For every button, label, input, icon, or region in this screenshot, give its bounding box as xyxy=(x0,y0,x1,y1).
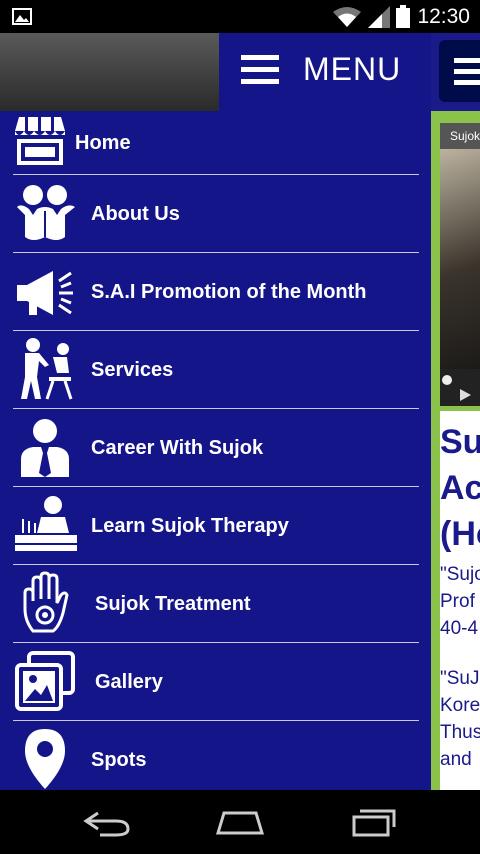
article-paragraph-1: "Sujok Prof 40-4 xyxy=(440,564,480,639)
menu-item-label: Home xyxy=(75,132,131,154)
menu-item-career[interactable]: Career With Sujok xyxy=(13,409,419,487)
acupuncture-patient-icon xyxy=(15,496,77,551)
article-heading: Su Ac (Ho xyxy=(440,423,480,553)
menu-item-label: Spots xyxy=(91,749,147,771)
people-hug-icon xyxy=(17,185,75,240)
menu-item-learn[interactable]: Learn Sujok Therapy xyxy=(13,487,419,565)
storefront-icon xyxy=(15,117,65,165)
background-menu-button[interactable] xyxy=(439,40,480,102)
status-bar: 12:30 xyxy=(0,0,480,33)
navigation-drawer: MENU Home About Us S.A.I Promotion of th… xyxy=(0,33,431,790)
video-title: Sujok xyxy=(450,129,480,143)
drawer-header-banner xyxy=(0,33,219,111)
hand-icon xyxy=(23,571,69,633)
back-icon[interactable] xyxy=(82,807,132,837)
menu-item-spots[interactable]: Spots xyxy=(13,721,419,790)
menu-item-gallery[interactable]: Gallery xyxy=(13,643,419,721)
menu-item-treatment[interactable]: Sujok Treatment xyxy=(13,565,419,643)
wifi-icon xyxy=(333,7,361,27)
menu-item-label: Sujok Treatment xyxy=(95,593,251,615)
recents-icon[interactable] xyxy=(350,807,398,837)
menu-item-label: Learn Sujok Therapy xyxy=(91,515,289,537)
menu-title: MENU xyxy=(303,51,402,87)
video-seek-handle[interactable] xyxy=(442,375,452,385)
background-page[interactable]: Sujok Su Ac (Ho "Sujok Prof 40-4 "SuJ Ko… xyxy=(431,33,480,790)
background-toolbar xyxy=(431,33,480,111)
picture-gallery-icon xyxy=(15,651,75,711)
menu-item-about-us[interactable]: About Us xyxy=(13,175,419,253)
battery-icon xyxy=(396,5,410,28)
massage-chair-icon xyxy=(21,338,73,400)
businessman-icon xyxy=(21,419,69,477)
app-content: Sujok Su Ac (Ho "Sujok Prof 40-4 "SuJ Ko… xyxy=(0,33,480,790)
location-pin-icon xyxy=(25,729,65,789)
megaphone-icon xyxy=(17,271,73,315)
menu-item-label: Career With Sujok xyxy=(91,437,264,459)
video-player[interactable]: Sujok xyxy=(440,123,480,406)
signal-icon xyxy=(368,6,390,28)
menu-item-label: Services xyxy=(91,359,174,381)
image-notification-icon xyxy=(12,8,32,25)
system-navigation-bar xyxy=(0,790,480,854)
home-icon[interactable] xyxy=(214,807,266,837)
article-content: Su Ac (Ho "Sujok Prof 40-4 "SuJ Kore Thu… xyxy=(440,411,480,790)
menu-item-label: About Us xyxy=(91,203,180,225)
video-thumbnail xyxy=(440,149,480,369)
menu-item-services[interactable]: Services xyxy=(13,331,419,409)
article-paragraph-2: "SuJ Kore Thus and xyxy=(440,668,480,770)
drawer-menu-header[interactable]: MENU xyxy=(219,33,431,111)
menu-item-label: Gallery xyxy=(95,671,163,693)
menu-item-label: S.A.I Promotion of the Month xyxy=(91,281,367,303)
hamburger-icon[interactable] xyxy=(241,55,279,85)
status-clock: 12:30 xyxy=(417,5,470,28)
menu-item-promotion[interactable]: S.A.I Promotion of the Month xyxy=(13,253,419,331)
play-icon[interactable] xyxy=(460,389,471,401)
